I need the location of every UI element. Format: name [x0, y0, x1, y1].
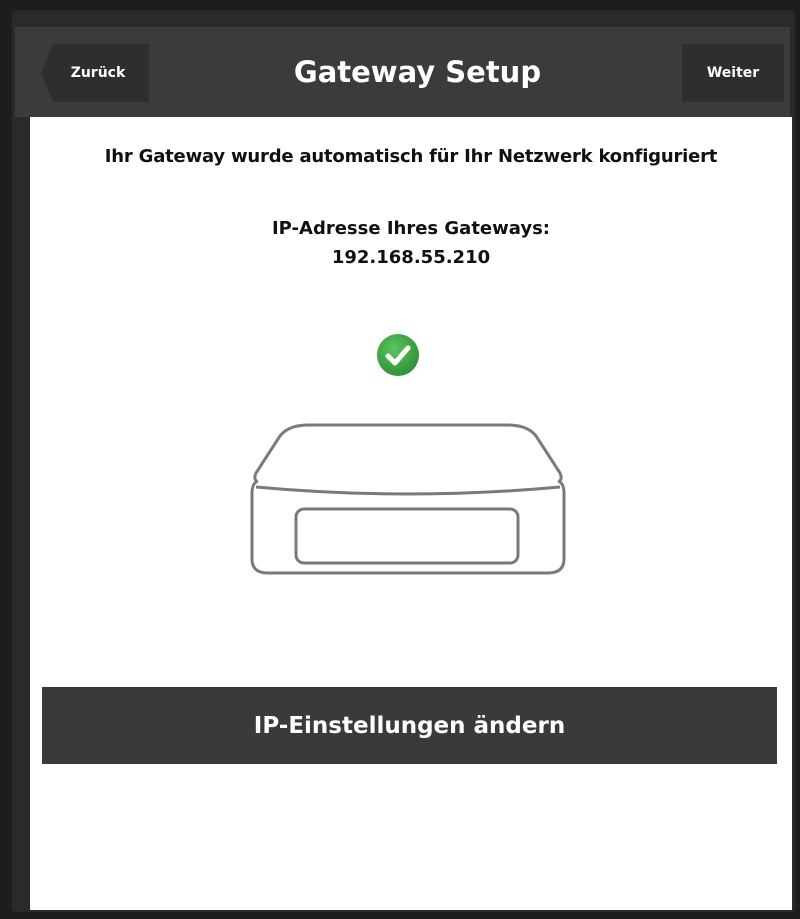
ip-address-value: 192.168.55.210 — [331, 247, 491, 268]
gateway-device-icon — [250, 423, 566, 575]
status-message: Ihr Gateway wurde automatisch für Ihr Ne… — [104, 146, 718, 167]
next-button[interactable]: Weiter — [682, 44, 784, 102]
ip-address-label: IP-Adresse Ihres Gateways: — [271, 218, 551, 239]
check-circle-icon — [377, 334, 419, 376]
back-button[interactable]: Zurück — [41, 44, 149, 102]
main-content: Ihr Gateway wurde automatisch für Ihr Ne… — [30, 117, 792, 910]
top-bar: Zurück Gateway Setup Weiter — [15, 27, 790, 117]
ip-settings-button[interactable]: IP-Einstellungen ändern — [42, 687, 777, 764]
page-title: Gateway Setup — [293, 55, 542, 89]
